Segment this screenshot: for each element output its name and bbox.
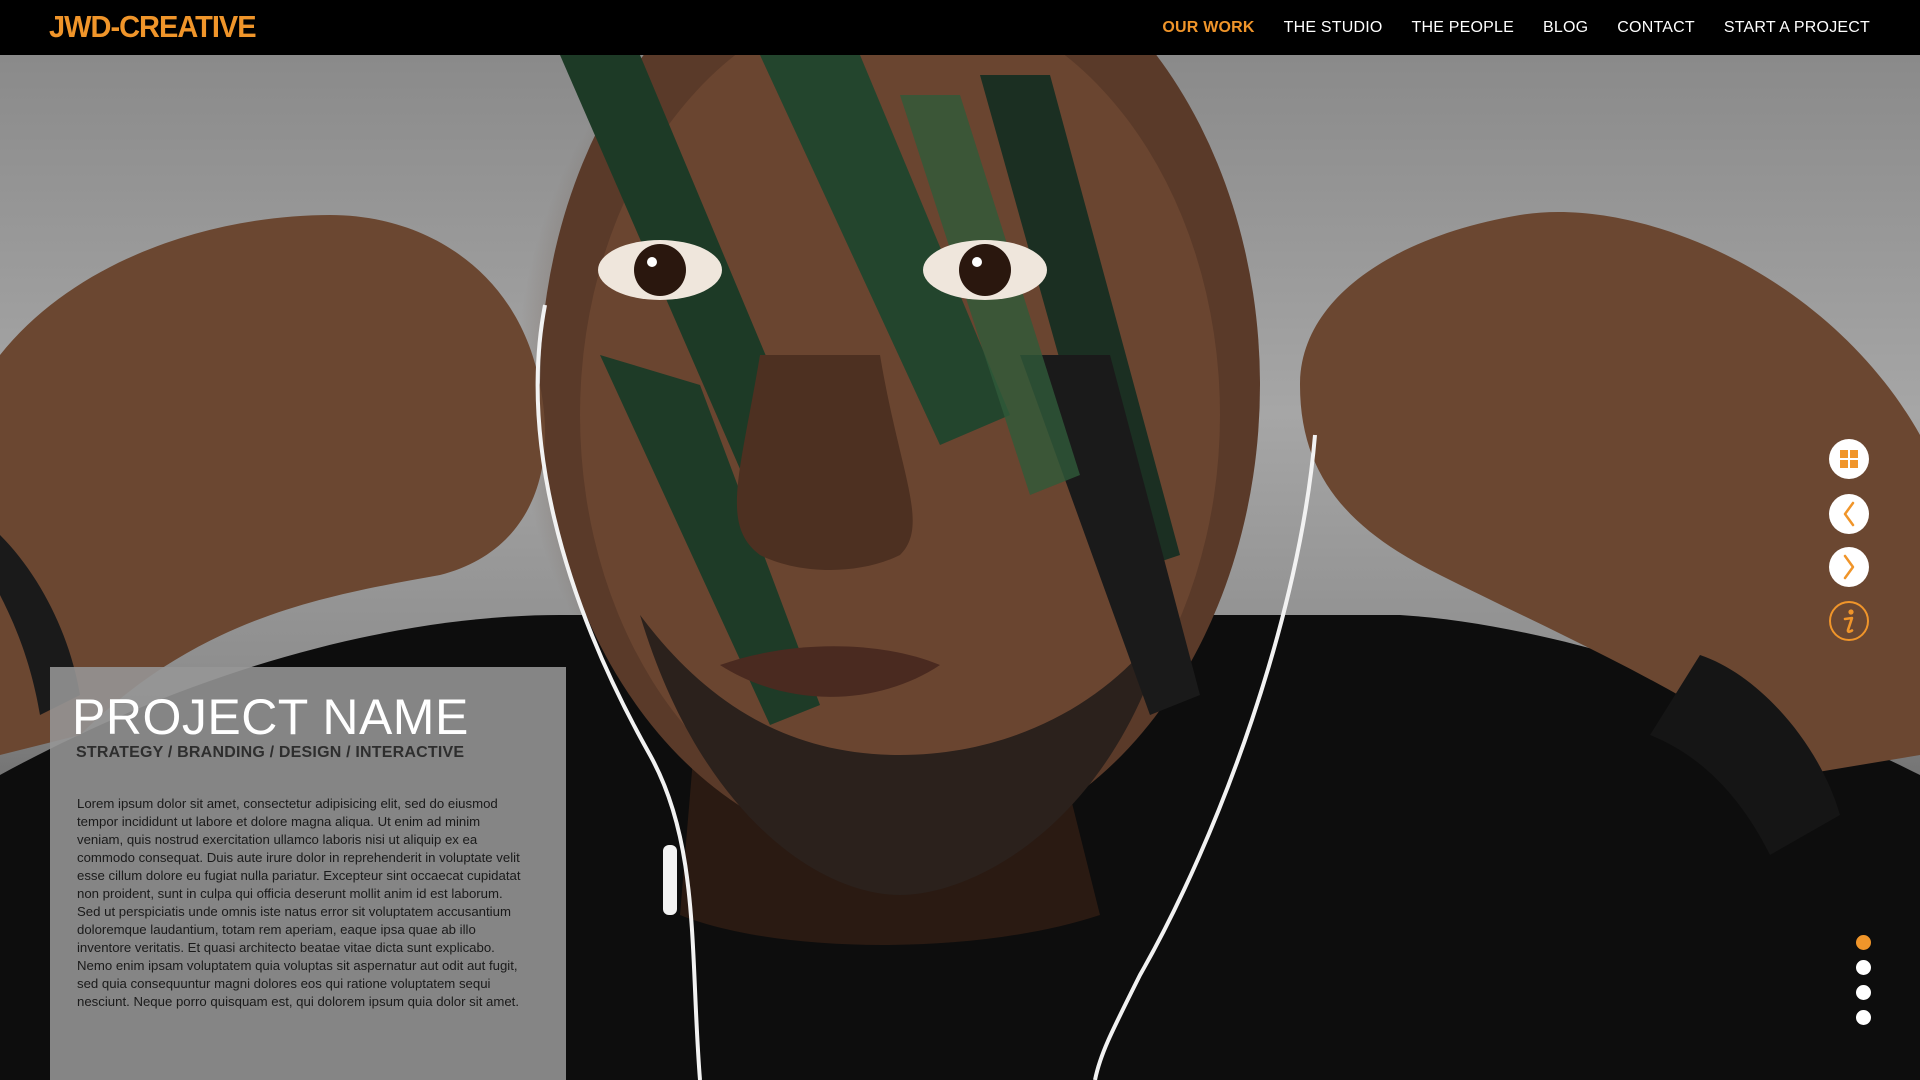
previous-project-button[interactable] — [1829, 494, 1869, 534]
grid-view-button[interactable] — [1829, 439, 1869, 479]
grid-icon — [1840, 450, 1858, 468]
project-services: STRATEGY / BRANDING / DESIGN / INTERACTI… — [76, 744, 465, 761]
project-info-panel: PROJECT NAME STRATEGY / BRANDING / DESIG… — [50, 667, 566, 1080]
chevron-left-icon — [1843, 501, 1855, 527]
slide-pagination — [1856, 935, 1872, 1035]
main-nav: OUR WORK THE STUDIO THE PEOPLE BLOG CONT… — [1162, 0, 1870, 55]
nav-blog[interactable]: BLOG — [1543, 19, 1588, 37]
nav-contact[interactable]: CONTACT — [1617, 19, 1695, 37]
info-icon — [1843, 609, 1854, 634]
nav-the-people[interactable]: THE PEOPLE — [1412, 19, 1514, 37]
nav-our-work[interactable]: OUR WORK — [1162, 19, 1254, 37]
next-project-button[interactable] — [1829, 547, 1869, 587]
page: JWD-CREATIVE OUR WORK THE STUDIO THE PEO… — [0, 0, 1920, 1080]
project-title: PROJECT NAME — [72, 689, 469, 745]
logo[interactable]: JWD-CREATIVE — [49, 12, 257, 44]
pagination-dot-3[interactable] — [1856, 985, 1871, 1000]
pagination-dot-1[interactable] — [1856, 935, 1871, 950]
nav-start-a-project[interactable]: START A PROJECT — [1724, 19, 1870, 37]
project-description: Lorem ipsum dolor sit amet, consectetur … — [77, 796, 521, 1009]
pagination-dot-2[interactable] — [1856, 960, 1871, 975]
pagination-dot-4[interactable] — [1856, 1010, 1871, 1025]
nav-the-studio[interactable]: THE STUDIO — [1284, 19, 1383, 37]
chevron-right-icon — [1843, 554, 1855, 580]
project-info-button[interactable] — [1829, 601, 1869, 641]
site-header: JWD-CREATIVE OUR WORK THE STUDIO THE PEO… — [0, 0, 1920, 55]
